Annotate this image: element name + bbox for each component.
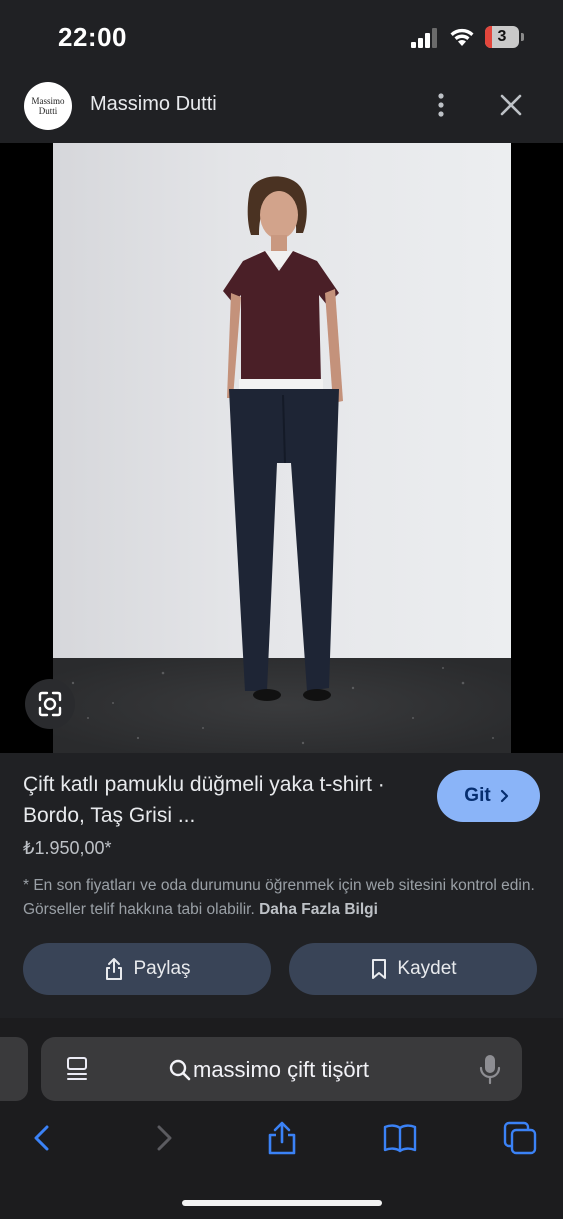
- status-time: 22:00: [58, 22, 127, 52]
- logo-line1: Massimo: [31, 96, 65, 106]
- close-icon[interactable]: [494, 88, 528, 122]
- product-photo-illustration: [53, 176, 511, 753]
- wifi-icon: [450, 28, 474, 46]
- disclaimer: * En son fiyatları ve oda durumunu öğren…: [23, 874, 543, 922]
- home-indicator[interactable]: [182, 1200, 382, 1206]
- cellular-signal-icon: [411, 28, 437, 48]
- product-title[interactable]: Çift katlı pamuklu düğmeli yaka t-shirt …: [23, 769, 423, 831]
- share-icon: [106, 958, 123, 980]
- visit-button-label: Git: [464, 785, 491, 806]
- back-icon[interactable]: [24, 1120, 60, 1156]
- battery-indicator: 3: [485, 26, 525, 48]
- header-bar: [0, 68, 563, 143]
- visit-button[interactable]: Git: [437, 770, 540, 822]
- more-info-link[interactable]: Daha Fazla Bilgi: [259, 901, 378, 918]
- lens-icon: [38, 691, 62, 717]
- book-icon[interactable]: [382, 1120, 418, 1156]
- product-price: ₺1.950,00*: [23, 838, 112, 858]
- lens-button[interactable]: [25, 679, 75, 729]
- site-logo[interactable]: Massimo Dutti: [24, 82, 72, 130]
- battery-level: 3: [497, 28, 507, 45]
- search-icon: [169, 1059, 191, 1081]
- forward-icon[interactable]: [146, 1120, 182, 1156]
- site-name[interactable]: Massimo Dutti: [90, 93, 217, 116]
- more-vertical-icon[interactable]: [426, 90, 456, 120]
- chevron-right-icon: [500, 789, 508, 803]
- bookmark-icon: [372, 959, 387, 979]
- mic-icon[interactable]: [478, 1053, 502, 1085]
- share-page-icon[interactable]: [264, 1120, 300, 1156]
- save-button[interactable]: Kaydet: [289, 943, 537, 995]
- previous-tab-peek[interactable]: [0, 1037, 28, 1101]
- reader-icon[interactable]: [64, 1055, 90, 1083]
- share-button[interactable]: Paylaş: [23, 943, 271, 995]
- product-image[interactable]: [53, 143, 511, 753]
- share-button-label: Paylaş: [133, 958, 191, 979]
- save-button-label: Kaydet: [397, 958, 457, 979]
- tabs-icon[interactable]: [502, 1120, 538, 1156]
- logo-line2: Dutti: [38, 106, 58, 116]
- address-bar-text[interactable]: massimo çift tişört: [193, 1057, 369, 1083]
